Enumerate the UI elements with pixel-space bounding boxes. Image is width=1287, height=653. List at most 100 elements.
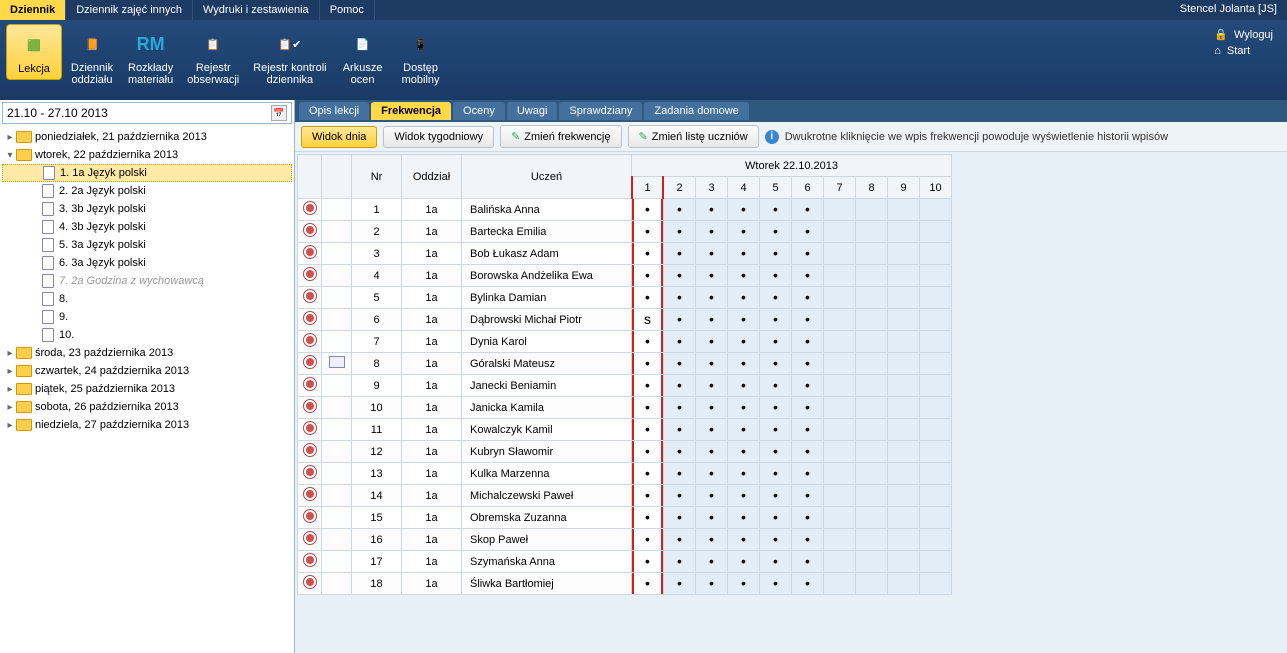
attendance-cell[interactable]: • <box>664 221 696 243</box>
attendance-cell[interactable]: • <box>760 507 792 529</box>
attendance-cell[interactable]: • <box>728 463 760 485</box>
attendance-cell[interactable]: • <box>696 265 728 287</box>
attendance-cell[interactable]: • <box>632 331 664 353</box>
attendance-cell[interactable] <box>888 485 920 507</box>
attendance-cell[interactable]: • <box>632 375 664 397</box>
attendance-cell[interactable]: • <box>664 309 696 331</box>
attendance-cell[interactable]: • <box>792 199 824 221</box>
attendance-cell[interactable] <box>856 243 888 265</box>
attendance-cell[interactable] <box>920 353 952 375</box>
expand-icon[interactable]: ▸ <box>4 420 16 431</box>
attendance-cell[interactable]: • <box>728 265 760 287</box>
attendance-cell[interactable]: • <box>696 573 728 595</box>
attendance-cell[interactable]: • <box>760 463 792 485</box>
attendance-cell[interactable] <box>888 265 920 287</box>
attendance-cell[interactable] <box>856 199 888 221</box>
attendance-cell[interactable]: • <box>760 221 792 243</box>
attendance-cell[interactable] <box>824 551 856 573</box>
expand-icon[interactable]: ▸ <box>4 402 16 413</box>
ribbon-button-rejestr[interactable]: 📋Rejestrobserwacji <box>181 24 245 90</box>
calendar-icon[interactable]: 📅 <box>271 105 287 121</box>
attendance-cell[interactable] <box>856 265 888 287</box>
attendance-cell[interactable]: • <box>632 353 664 375</box>
expand-icon[interactable]: ▸ <box>4 132 16 143</box>
attendance-cell[interactable]: • <box>728 199 760 221</box>
attendance-cell[interactable]: • <box>728 573 760 595</box>
attendance-cell[interactable]: • <box>696 529 728 551</box>
tree-day[interactable]: ▾wtorek, 22 października 2013 <box>2 146 292 164</box>
tree-lesson[interactable]: 6. 3a Język polski <box>2 254 292 272</box>
attendance-cell[interactable]: • <box>696 243 728 265</box>
attendance-cell[interactable]: • <box>760 331 792 353</box>
attendance-cell[interactable]: • <box>696 309 728 331</box>
attendance-cell[interactable] <box>888 221 920 243</box>
attendance-cell[interactable] <box>824 287 856 309</box>
attendance-cell[interactable]: • <box>728 353 760 375</box>
attendance-cell[interactable]: • <box>632 265 664 287</box>
attendance-cell[interactable] <box>920 199 952 221</box>
attendance-cell[interactable]: • <box>632 221 664 243</box>
attendance-cell[interactable]: • <box>760 287 792 309</box>
attendance-cell[interactable]: • <box>792 463 824 485</box>
attendance-cell[interactable]: • <box>696 485 728 507</box>
attendance-cell[interactable] <box>920 463 952 485</box>
attendance-cell[interactable]: • <box>728 397 760 419</box>
ribbon-button-arkusze[interactable]: 📄Arkuszeocen <box>335 24 391 90</box>
attendance-cell[interactable]: • <box>696 199 728 221</box>
attendance-cell[interactable]: s <box>632 309 664 331</box>
attendance-cell[interactable]: • <box>760 309 792 331</box>
attendance-cell[interactable] <box>888 309 920 331</box>
attendance-cell[interactable]: • <box>664 463 696 485</box>
attendance-cell[interactable]: • <box>664 573 696 595</box>
subtab-frekwencja[interactable]: Frekwencja <box>371 102 451 120</box>
view-day-button[interactable]: Widok dnia <box>301 126 377 148</box>
attendance-cell[interactable]: • <box>696 221 728 243</box>
tree-lesson[interactable]: 4. 3b Język polski <box>2 218 292 236</box>
attendance-cell[interactable]: • <box>792 331 824 353</box>
attendance-cell[interactable] <box>920 265 952 287</box>
attendance-cell[interactable]: • <box>760 243 792 265</box>
attendance-cell[interactable]: • <box>696 287 728 309</box>
attendance-cell[interactable] <box>888 287 920 309</box>
attendance-cell[interactable]: • <box>760 441 792 463</box>
attendance-cell[interactable]: • <box>632 199 664 221</box>
attendance-cell[interactable] <box>824 331 856 353</box>
attendance-cell[interactable] <box>888 551 920 573</box>
attendance-cell[interactable] <box>824 463 856 485</box>
attendance-cell[interactable]: • <box>792 375 824 397</box>
attendance-cell[interactable]: • <box>792 485 824 507</box>
attendance-cell[interactable]: • <box>760 573 792 595</box>
tree-day[interactable]: ▸niedziela, 27 października 2013 <box>2 416 292 434</box>
attendance-cell[interactable]: • <box>792 309 824 331</box>
tree-lesson[interactable]: 5. 3a Język polski <box>2 236 292 254</box>
attendance-cell[interactable] <box>920 243 952 265</box>
attendance-cell[interactable]: • <box>728 331 760 353</box>
attendance-cell[interactable] <box>888 419 920 441</box>
attendance-cell[interactable] <box>824 441 856 463</box>
top-tab-wydruki-i-zestawienia[interactable]: Wydruki i zestawienia <box>193 0 320 20</box>
attendance-cell[interactable] <box>920 331 952 353</box>
attendance-cell[interactable]: • <box>792 441 824 463</box>
attendance-cell[interactable] <box>856 419 888 441</box>
attendance-cell[interactable]: • <box>792 573 824 595</box>
subtab-zadania-domowe[interactable]: Zadania domowe <box>644 102 748 120</box>
attendance-cell[interactable] <box>824 485 856 507</box>
attendance-cell[interactable]: • <box>632 419 664 441</box>
top-tab-dziennik-zajęć-innych[interactable]: Dziennik zajęć innych <box>66 0 193 20</box>
attendance-cell[interactable]: • <box>760 353 792 375</box>
attendance-cell[interactable]: • <box>664 199 696 221</box>
attendance-cell[interactable] <box>888 529 920 551</box>
attendance-cell[interactable] <box>920 287 952 309</box>
attendance-cell[interactable] <box>920 485 952 507</box>
attendance-cell[interactable] <box>824 199 856 221</box>
attendance-cell[interactable]: • <box>632 573 664 595</box>
tree-day[interactable]: ▸poniedziałek, 21 października 2013 <box>2 128 292 146</box>
top-tab-pomoc[interactable]: Pomoc <box>320 0 375 20</box>
attendance-cell[interactable] <box>824 221 856 243</box>
view-week-button[interactable]: Widok tygodniowy <box>383 126 494 148</box>
attendance-cell[interactable] <box>856 507 888 529</box>
attendance-cell[interactable]: • <box>632 397 664 419</box>
ribbon-button-rozkłady[interactable]: RMRozkładymateriału <box>122 24 179 90</box>
attendance-cell[interactable]: • <box>632 507 664 529</box>
attendance-cell[interactable] <box>856 331 888 353</box>
